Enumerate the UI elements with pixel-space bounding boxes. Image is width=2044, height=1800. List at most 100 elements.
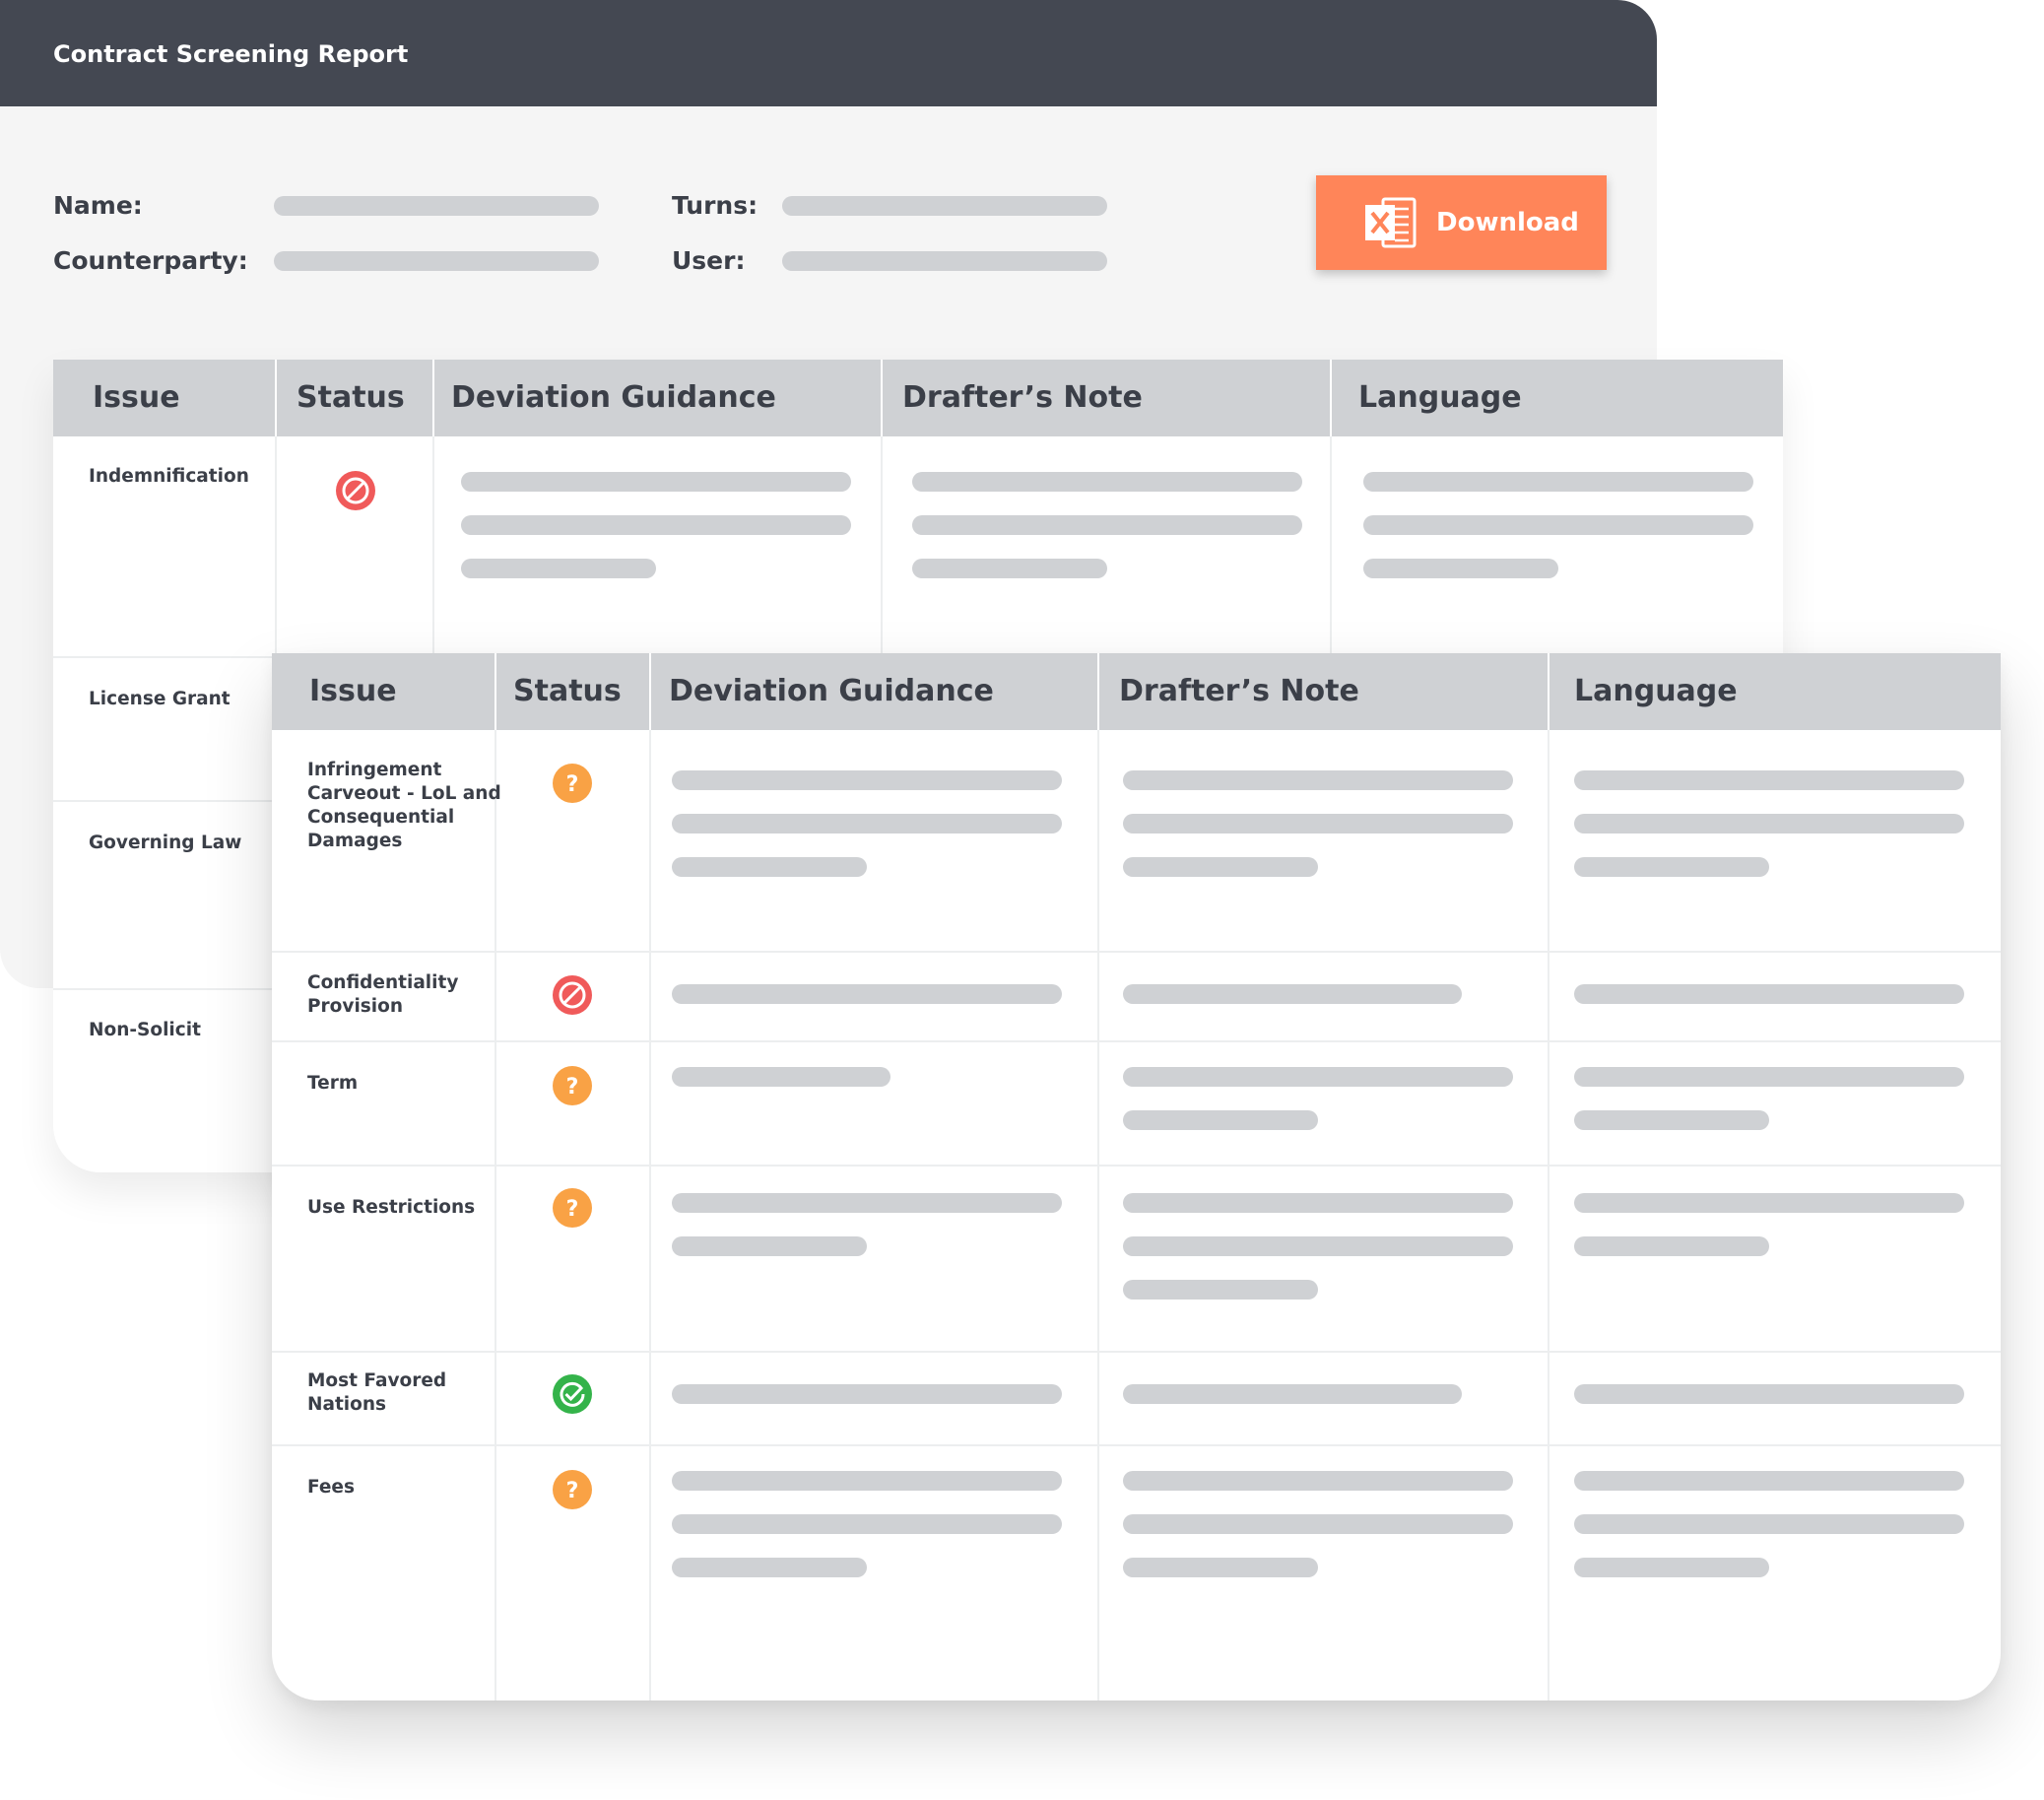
column-divider	[1548, 653, 1549, 730]
language-placeholder-line	[1574, 1471, 1964, 1491]
row-divider	[272, 1444, 2001, 1446]
note-placeholder-line	[1123, 1193, 1513, 1213]
column-header-drafters-note: Drafter’s Note	[1119, 674, 1359, 708]
note-placeholder-line	[912, 472, 1302, 492]
note-placeholder-line	[1123, 1384, 1462, 1404]
column-divider	[1097, 653, 1099, 730]
guidance-placeholder-line	[672, 1514, 1062, 1534]
column-divider	[881, 360, 883, 436]
note-placeholder-line	[1123, 1067, 1513, 1087]
table-header: Issue Status Deviation Guidance Drafter’…	[53, 360, 1783, 436]
check-status-icon	[553, 1374, 592, 1414]
note-placeholder-line	[1123, 1558, 1318, 1577]
svg-text:?: ?	[566, 1075, 579, 1100]
issue-line: Carveout - LoL and	[307, 783, 501, 804]
language-placeholder-line	[1574, 857, 1769, 877]
guidance-placeholder-line	[672, 1384, 1062, 1404]
report-title: Contract Screening Report	[53, 40, 409, 68]
guidance-placeholder-line	[461, 472, 851, 492]
counterparty-value-placeholder	[274, 251, 599, 271]
language-placeholder-line	[1363, 472, 1753, 492]
column-header-language: Language	[1574, 674, 1738, 708]
issue-line: Damages	[307, 831, 403, 851]
download-button[interactable]: Download	[1316, 175, 1607, 270]
row-divider	[272, 1165, 2001, 1167]
note-placeholder-line	[912, 515, 1302, 535]
guidance-placeholder-line	[672, 1558, 867, 1577]
issue-line: Most Favored	[307, 1370, 447, 1391]
language-placeholder-line	[1363, 559, 1558, 578]
question-status-icon: ?	[553, 764, 592, 803]
svg-text:?: ?	[566, 1479, 579, 1503]
turns-label: Turns:	[672, 191, 758, 220]
user-value-placeholder	[782, 251, 1107, 271]
excel-icon	[1365, 197, 1417, 248]
blocked-status-icon	[336, 471, 375, 510]
column-divider	[495, 653, 496, 730]
column-divider	[275, 360, 277, 436]
report-header: Contract Screening Report	[0, 0, 1657, 106]
column-divider	[495, 730, 496, 1700]
issue-infringement-carveout: Infringement Carveout - LoL and Conseque…	[307, 759, 501, 853]
note-placeholder-line	[1123, 770, 1513, 790]
guidance-placeholder-line	[672, 1193, 1062, 1213]
note-placeholder-line	[1123, 1471, 1513, 1491]
issue-use-restrictions: Use Restrictions	[307, 1197, 476, 1218]
guidance-placeholder-line	[672, 1067, 890, 1087]
column-divider	[1548, 730, 1549, 1700]
language-placeholder-line	[1574, 984, 1964, 1004]
column-divider	[649, 653, 651, 730]
issue-license-grant: License Grant	[89, 689, 231, 709]
issue-most-favored-nations: Most Favored Nations	[307, 1369, 446, 1417]
row-divider	[272, 1351, 2001, 1353]
column-divider	[432, 360, 434, 436]
column-header-status: Status	[297, 380, 405, 415]
language-placeholder-line	[1574, 1514, 1964, 1534]
issue-indemnification: Indemnification	[89, 466, 249, 487]
language-placeholder-line	[1574, 1236, 1769, 1256]
row-divider	[272, 1040, 2001, 1042]
guidance-placeholder-line	[672, 857, 867, 877]
issue-line: Infringement	[307, 760, 442, 780]
question-status-icon: ?	[553, 1066, 592, 1105]
column-divider	[649, 730, 651, 1700]
download-label: Download	[1436, 208, 1579, 237]
column-header-issue: Issue	[309, 674, 397, 708]
blocked-status-icon	[553, 975, 592, 1015]
guidance-placeholder-line	[672, 1236, 867, 1256]
column-header-language: Language	[1358, 380, 1522, 415]
turns-value-placeholder	[782, 196, 1107, 216]
issues-table-front: Issue Status Deviation Guidance Drafter’…	[272, 653, 2001, 1700]
guidance-placeholder-line	[672, 984, 1062, 1004]
counterparty-label: Counterparty:	[53, 246, 248, 275]
column-divider	[1097, 730, 1099, 1700]
note-placeholder-line	[1123, 1236, 1513, 1256]
language-placeholder-line	[1574, 1067, 1964, 1087]
name-value-placeholder	[274, 196, 599, 216]
column-header-deviation-guidance: Deviation Guidance	[451, 380, 776, 415]
column-header-issue: Issue	[93, 380, 180, 415]
issue-line: Consequential	[307, 807, 455, 828]
svg-text:?: ?	[566, 772, 579, 797]
note-placeholder-line	[1123, 1514, 1513, 1534]
note-placeholder-line	[1123, 1110, 1318, 1130]
column-divider	[1330, 360, 1332, 436]
issue-non-solicit: Non-Solicit	[89, 1020, 201, 1040]
language-placeholder-line	[1574, 814, 1964, 833]
language-placeholder-line	[1574, 1193, 1964, 1213]
issue-line: Nations	[307, 1394, 387, 1415]
question-status-icon: ?	[553, 1188, 592, 1228]
note-placeholder-line	[912, 559, 1107, 578]
svg-text:?: ?	[566, 1197, 579, 1222]
language-placeholder-line	[1574, 1384, 1964, 1404]
guidance-placeholder-line	[672, 1471, 1062, 1491]
issue-term: Term	[307, 1073, 359, 1094]
note-placeholder-line	[1123, 857, 1318, 877]
issue-fees: Fees	[307, 1477, 355, 1498]
name-label: Name:	[53, 191, 143, 220]
note-placeholder-line	[1123, 1280, 1318, 1300]
row-divider	[272, 951, 2001, 953]
language-placeholder-line	[1574, 1110, 1769, 1130]
guidance-placeholder-line	[461, 559, 656, 578]
issue-governing-law: Governing Law	[89, 833, 242, 853]
